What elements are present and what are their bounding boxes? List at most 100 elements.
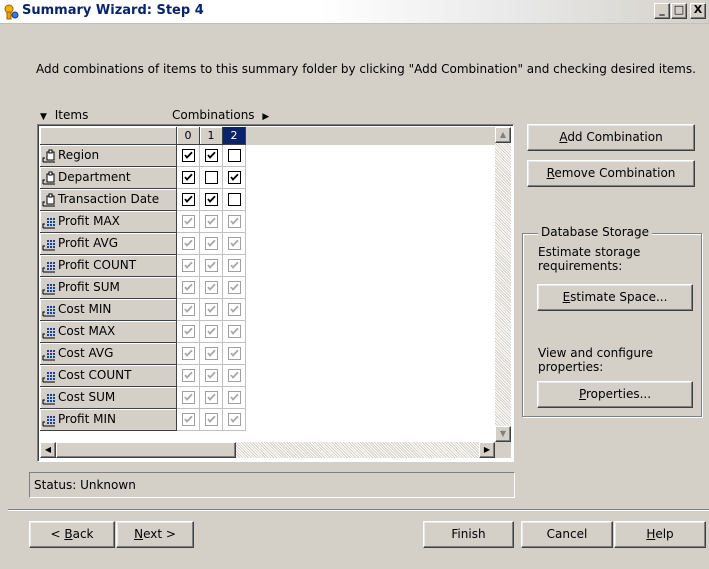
scroll-up-button[interactable]: ▲ (495, 127, 511, 143)
combination-checkbox (228, 369, 241, 382)
combination-cell (177, 189, 200, 211)
combinations-header[interactable]: Combinations ▶ (172, 108, 269, 122)
vertical-scrollbar[interactable]: ▲ ▼ (495, 127, 511, 442)
grid-corner-header (40, 127, 177, 145)
triangle-right-icon: ▶ (262, 112, 270, 122)
combination-checkbox[interactable] (228, 193, 241, 206)
combination-cell (200, 211, 223, 233)
combination-cell (200, 343, 223, 365)
combination-checkbox (182, 391, 195, 404)
combination-checkbox[interactable] (228, 149, 241, 162)
item-row-header[interactable]: Cost COUNT (40, 365, 177, 387)
combination-cell (200, 299, 223, 321)
scroll-left-button[interactable]: ◀ (40, 442, 56, 458)
combination-checkbox (228, 259, 241, 272)
cancel-button[interactable]: Cancel (521, 521, 613, 548)
back-button[interactable]: < Back (29, 521, 115, 548)
item-label: Cost COUNT (58, 368, 132, 382)
combination-checkbox (205, 369, 218, 382)
combination-cell (223, 145, 246, 167)
item-label: Cost MAX (58, 324, 116, 338)
item-row-header[interactable]: Profit COUNT (40, 255, 177, 277)
item-row-header[interactable]: Cost SUM (40, 387, 177, 409)
scroll-right-button[interactable]: ▶ (479, 442, 495, 458)
items-header[interactable]: ▼ Items (40, 108, 88, 122)
combination-cell (223, 233, 246, 255)
scroll-down-button[interactable]: ▼ (495, 426, 511, 442)
add-combination-button[interactable]: Add Combination (527, 124, 695, 151)
combination-column-header[interactable]: 2 (223, 127, 246, 145)
scroll-corner (495, 442, 511, 458)
grid-header-row: 012 (40, 127, 495, 145)
combination-checkbox (182, 303, 195, 316)
items-header-label: Items (54, 108, 89, 122)
combination-cell (177, 145, 200, 167)
instructions-text: Add combinations of items to this summar… (36, 62, 696, 76)
combination-checkbox[interactable] (182, 171, 195, 184)
combination-cell (223, 167, 246, 189)
combination-checkbox (228, 325, 241, 338)
item-row-header[interactable]: Profit SUM (40, 277, 177, 299)
combination-column-header[interactable]: 0 (177, 127, 200, 145)
combination-cell (177, 343, 200, 365)
item-row-header[interactable]: Profit MAX (40, 211, 177, 233)
item-row-header[interactable]: Profit MIN (40, 409, 177, 431)
minimize-button[interactable]: _ (654, 3, 670, 19)
help-button[interactable]: Help (614, 521, 706, 548)
combination-checkbox (228, 303, 241, 316)
horizontal-scrollbar[interactable]: ◀ ▶ (40, 442, 495, 458)
remove-combination-button[interactable]: Remove Combination (527, 160, 695, 187)
item-row-header[interactable]: Cost MAX (40, 321, 177, 343)
maximize-button[interactable]: □ (671, 3, 687, 19)
combination-cell (223, 387, 246, 409)
combination-cell (200, 321, 223, 343)
estimate-storage-text: Estimate storage requirements: (538, 245, 641, 273)
combination-checkbox (228, 215, 241, 228)
combination-checkbox (228, 413, 241, 426)
combination-cell (177, 211, 200, 233)
combination-checkbox (182, 325, 195, 338)
item-row-header[interactable]: Cost AVG (40, 343, 177, 365)
combination-cell (223, 365, 246, 387)
combination-cell (223, 299, 246, 321)
combination-checkbox (205, 215, 218, 228)
combination-cell (177, 233, 200, 255)
combination-cell (200, 277, 223, 299)
close-button[interactable]: X (690, 3, 706, 19)
combination-checkbox[interactable] (205, 171, 218, 184)
triangle-down-icon: ▼ (40, 112, 47, 122)
finish-button[interactable]: Finish (423, 521, 514, 548)
item-label: Profit MAX (58, 214, 120, 228)
item-row-header[interactable]: Profit AVG (40, 233, 177, 255)
title-bar: Summary Wizard: Step 4 _ □ X (0, 0, 709, 24)
combination-cell (200, 387, 223, 409)
combination-cell (177, 409, 200, 431)
combination-checkbox (182, 215, 195, 228)
combination-cell (200, 255, 223, 277)
combination-checkbox[interactable] (182, 193, 195, 206)
combination-checkbox[interactable] (182, 149, 195, 162)
item-row-header[interactable]: Region (40, 145, 177, 167)
item-label: Profit AVG (58, 236, 119, 250)
item-row-header[interactable]: Department (40, 167, 177, 189)
combination-cell (177, 387, 200, 409)
combination-checkbox[interactable] (205, 149, 218, 162)
item-row-header[interactable]: Transaction Date (40, 189, 177, 211)
next-button[interactable]: Next > (116, 521, 194, 548)
combination-checkbox[interactable] (205, 193, 218, 206)
window-title: Summary Wizard: Step 4 (22, 3, 204, 18)
item-label: Profit COUNT (58, 258, 137, 272)
item-label: Profit MIN (58, 412, 116, 426)
grid-viewport: 012 Region Department Transaction Date Prof… (40, 127, 495, 442)
combination-checkbox (182, 259, 195, 272)
combination-checkbox[interactable] (228, 171, 241, 184)
combination-column-header[interactable]: 1 (200, 127, 223, 145)
combination-cell (177, 365, 200, 387)
database-storage-legend: Database Storage (538, 225, 653, 239)
estimate-space-button[interactable]: Estimate Space... (537, 284, 693, 311)
properties-button[interactable]: Properties... (537, 381, 693, 408)
item-row-header[interactable]: Cost MIN (40, 299, 177, 321)
horizontal-scroll-thumb[interactable] (56, 442, 236, 458)
combinations-grid[interactable]: 012 Region Department Transaction Date Prof… (37, 124, 514, 462)
combination-cell (200, 145, 223, 167)
